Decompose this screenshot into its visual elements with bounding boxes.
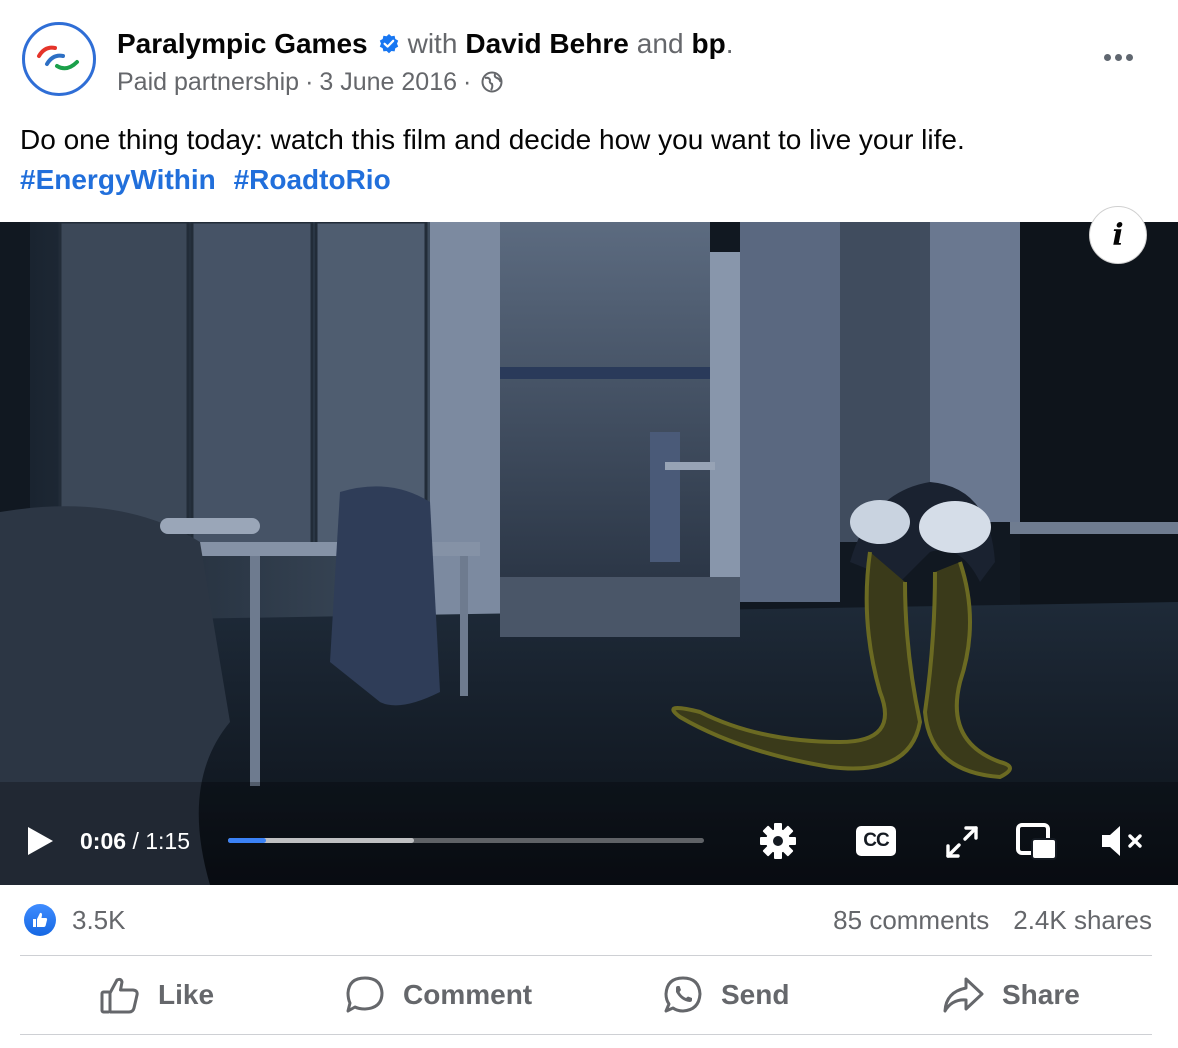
dot-icon bbox=[1114, 53, 1122, 61]
fullscreen-icon[interactable] bbox=[944, 824, 980, 860]
more-options-button[interactable] bbox=[1096, 42, 1140, 72]
played-bar bbox=[228, 838, 267, 843]
author-name-link[interactable]: Paralympic Games bbox=[117, 28, 368, 60]
shares-count-link[interactable]: 2.4K shares bbox=[1013, 905, 1152, 936]
subline-separator-2: · bbox=[463, 67, 472, 96]
dot-icon bbox=[1125, 53, 1133, 61]
verified-badge-icon bbox=[379, 34, 398, 54]
subline-separator: · bbox=[305, 67, 314, 96]
speech-bubble-icon bbox=[346, 976, 384, 1013]
thumbs-up-icon bbox=[100, 977, 139, 1014]
captions-icon[interactable]: CC bbox=[856, 826, 896, 856]
post-message: Do one thing today: watch this film and … bbox=[20, 124, 965, 155]
video-player[interactable] bbox=[0, 222, 1178, 885]
with-label: with bbox=[407, 28, 458, 59]
comment-label: Comment bbox=[403, 979, 533, 1010]
time-separator: / bbox=[132, 828, 139, 854]
post-date-link[interactable]: 3 June 2016 bbox=[319, 68, 457, 97]
like-button[interactable]: Like bbox=[100, 956, 214, 1034]
play-icon[interactable] bbox=[24, 824, 56, 858]
like-label: Like bbox=[158, 979, 215, 1010]
video-info-button[interactable]: i bbox=[1089, 206, 1147, 264]
hashtag-link[interactable]: #EnergyWithin bbox=[20, 164, 216, 195]
duration: 1:15 bbox=[145, 828, 190, 854]
share-label: Share bbox=[1002, 979, 1080, 1010]
like-reaction-icon bbox=[24, 904, 56, 936]
current-time: 0:06 bbox=[80, 828, 127, 854]
hashtag-link[interactable]: #RoadtoRio bbox=[234, 164, 391, 195]
muted-speaker-icon[interactable] bbox=[1100, 822, 1146, 860]
whatsapp-icon bbox=[664, 976, 702, 1013]
post-subline: Paid partnership · 3 June 2016 · bbox=[117, 66, 503, 98]
partner-david-behre-link[interactable]: David Behre bbox=[465, 28, 628, 60]
video-progress-bar[interactable] bbox=[228, 838, 704, 843]
post-actions-bar: Like Comment Send Share bbox=[20, 956, 1152, 1034]
settings-gear-icon[interactable] bbox=[758, 821, 798, 861]
divider-bottom bbox=[20, 1034, 1152, 1035]
share-button[interactable]: Share bbox=[942, 956, 1080, 1034]
agitos-logo-icon bbox=[37, 45, 79, 71]
reactions-count: 3.5K bbox=[72, 904, 126, 935]
video-time: 0:06 / 1:15 bbox=[80, 826, 190, 856]
partner-bp-link[interactable]: bp bbox=[692, 28, 726, 60]
post-header-title: Paralympic Games with David Behre and bp… bbox=[117, 26, 734, 62]
globe-icon bbox=[481, 71, 503, 93]
dot-icon bbox=[1103, 53, 1111, 61]
hashtag-list: #EnergyWithin #RoadtoRio bbox=[20, 160, 401, 200]
paid-partnership-label[interactable]: Paid partnership bbox=[117, 68, 299, 97]
facebook-post: Paralympic Games with David Behre and bp… bbox=[0, 0, 1178, 1048]
comments-count-link[interactable]: 85 comments bbox=[833, 905, 989, 936]
cc-label: CC bbox=[863, 830, 889, 851]
send-label: Send bbox=[721, 979, 790, 1010]
paralympic-logo-avatar[interactable] bbox=[22, 22, 96, 96]
video-frame-locker-room bbox=[0, 222, 1178, 885]
picture-in-picture-icon[interactable] bbox=[1015, 822, 1059, 862]
title-period: . bbox=[725, 28, 734, 59]
reactions-summary[interactable]: 3.5K bbox=[24, 903, 126, 937]
and-label: and bbox=[636, 28, 684, 59]
share-arrow-icon bbox=[943, 977, 984, 1013]
comment-button[interactable]: Comment bbox=[345, 956, 532, 1034]
engagement-stats: 85 comments 2.4K shares bbox=[809, 903, 1152, 937]
send-button[interactable]: Send bbox=[663, 956, 789, 1034]
